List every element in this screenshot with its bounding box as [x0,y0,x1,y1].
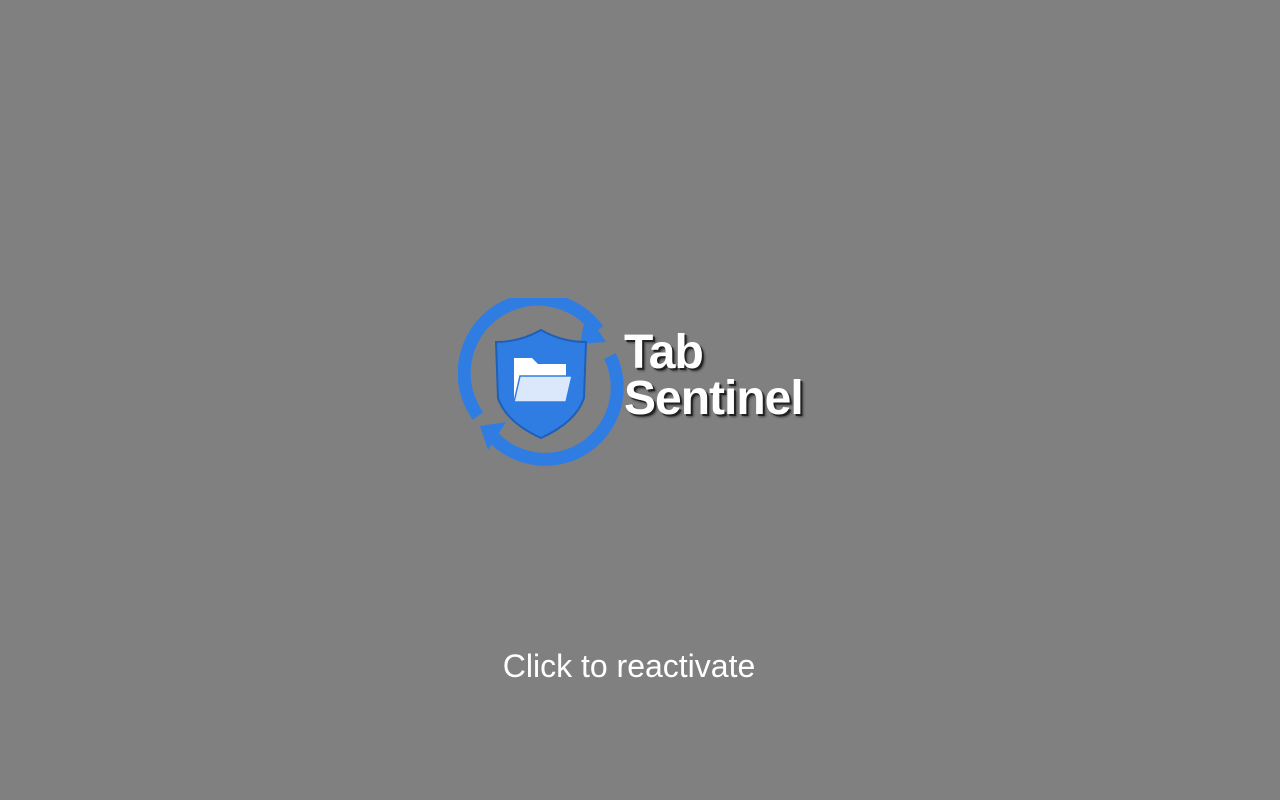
app-name-line1: Tab [624,326,704,379]
app-logo: Tab Sentinel [458,298,818,466]
shield-folder-sync-icon [458,298,624,466]
reactivate-message[interactable]: Click to reactivate [0,646,1258,686]
app-wordmark: Tab Sentinel [624,326,804,425]
app-name-line2: Sentinel [624,372,804,425]
suspended-tab-overlay[interactable]: Tab Sentinel Click to reactivate [0,0,1280,800]
